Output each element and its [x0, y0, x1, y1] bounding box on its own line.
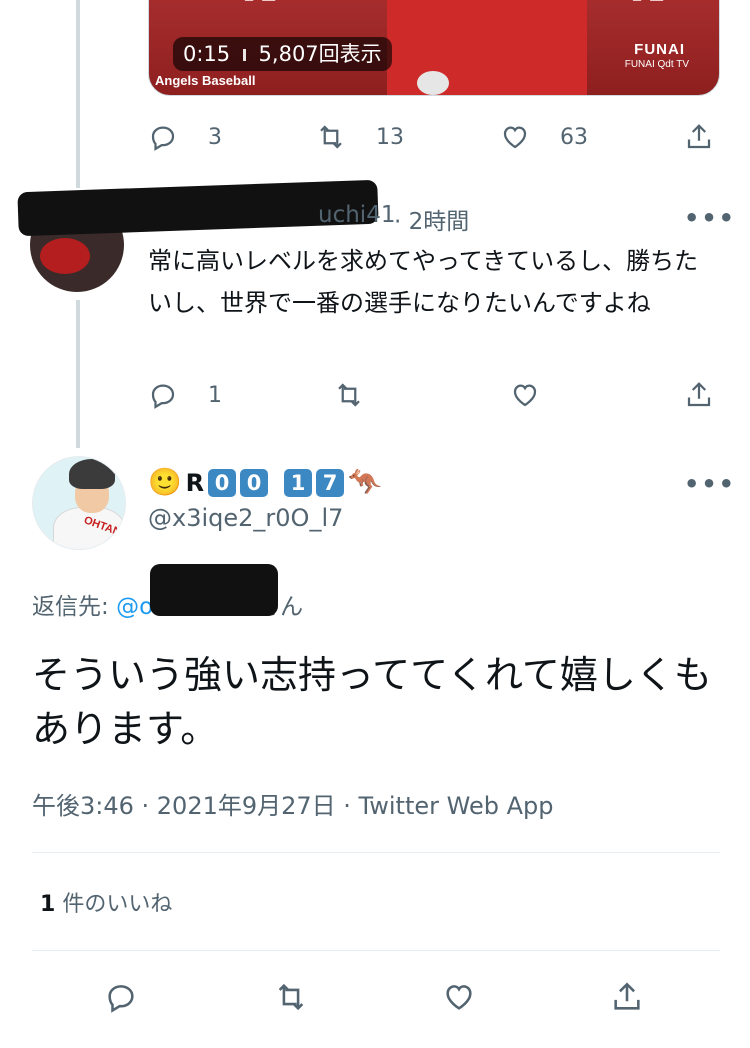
more-options-button[interactable]: •••	[684, 204, 736, 232]
likes-label: 件のいいね	[62, 892, 173, 917]
share-button[interactable]	[684, 380, 714, 410]
tweet-timestamp[interactable]: 午後3:46 · 2021年9月27日 · Twitter Web App	[32, 786, 553, 821]
reply-count: 1	[208, 382, 222, 408]
video-duration: 0:15	[183, 42, 231, 66]
reply-tweet-text: 常に高いレベルを求めてやってきているし、勝ちたいし、世界で一番の選手になりたいん…	[148, 247, 699, 317]
reply-icon	[108, 985, 134, 1013]
display-name[interactable]: 🙂 R 0 0 1 7 🦘	[148, 466, 382, 500]
share-icon	[687, 382, 711, 407]
reply-icon	[151, 126, 175, 151]
likes-count: 1	[40, 892, 56, 917]
thread-line-2	[76, 300, 80, 448]
like-button[interactable]	[510, 380, 540, 410]
channel-label: Angels Baseball	[155, 73, 256, 88]
share-icon	[687, 124, 711, 149]
reply-timestamp[interactable]: · 2時間	[394, 202, 469, 236]
reply-button[interactable]	[104, 980, 138, 1014]
jersey-logo	[417, 71, 449, 95]
video-views: 5,807回表示	[258, 42, 382, 66]
smile-emoji-icon: 🙂	[148, 467, 182, 498]
keycap-digit: 7	[316, 469, 345, 497]
retweet-icon	[338, 383, 360, 407]
keycap-digit: 1	[284, 469, 313, 497]
video-player[interactable]: A A 0:15 5,807回表示 Angels Baseball FUNAI …	[148, 0, 720, 96]
retweet-button[interactable]	[274, 980, 308, 1014]
retweet-button[interactable]	[334, 380, 364, 410]
like-icon	[446, 985, 472, 1010]
like-icon	[513, 384, 537, 407]
share-icon	[614, 982, 640, 1010]
separator	[242, 49, 246, 61]
kangaroo-emoji-icon: 🦘	[348, 467, 382, 498]
sponsor-sub: FUNAI Qdt TV	[624, 59, 689, 70]
like-button[interactable]	[442, 980, 476, 1014]
keycap-digit: 0	[208, 469, 237, 497]
keycap-digit: 0	[240, 469, 269, 497]
divider	[32, 950, 720, 951]
share-button[interactable]	[610, 980, 644, 1014]
divider	[32, 852, 720, 853]
share-button[interactable]	[684, 122, 714, 152]
replying-to-label: 返信先:	[32, 594, 109, 620]
reply-icon	[151, 384, 175, 409]
angels-backdrop-logo: A	[625, 0, 671, 11]
more-options-button[interactable]: •••	[684, 470, 736, 498]
thread-line	[76, 0, 80, 188]
reply-count: 3	[208, 124, 222, 150]
reply-button[interactable]: 1	[148, 380, 222, 410]
like-button[interactable]: 63	[500, 122, 588, 152]
author-handle[interactable]: @x3iqe2_r0O_l7	[148, 504, 343, 532]
reply-author-handle[interactable]: uchi41	[318, 202, 395, 228]
like-icon	[503, 126, 527, 149]
avatar-hair	[69, 459, 115, 489]
avatar[interactable]: OHTANI	[32, 456, 126, 550]
angels-backdrop-logo: A	[237, 0, 283, 11]
like-count: 63	[560, 124, 588, 150]
retweet-icon	[320, 125, 342, 149]
retweet-count: 13	[376, 124, 404, 150]
replying-to-link[interactable]: @o	[116, 594, 153, 620]
retweet-icon	[278, 983, 304, 1011]
tweet-text: そういう強い志持っててくれて嬉しくもあります。	[32, 653, 712, 751]
sponsor-logo: FUNAI	[634, 41, 685, 58]
video-info-pill: 0:15 5,807回表示	[173, 37, 392, 71]
retweet-button[interactable]: 13	[316, 122, 404, 152]
name-letter: R	[185, 469, 205, 497]
likes-summary[interactable]: 1 件のいいね	[40, 886, 172, 918]
reply-button[interactable]: 3	[148, 122, 222, 152]
redacted-mention	[150, 564, 278, 616]
